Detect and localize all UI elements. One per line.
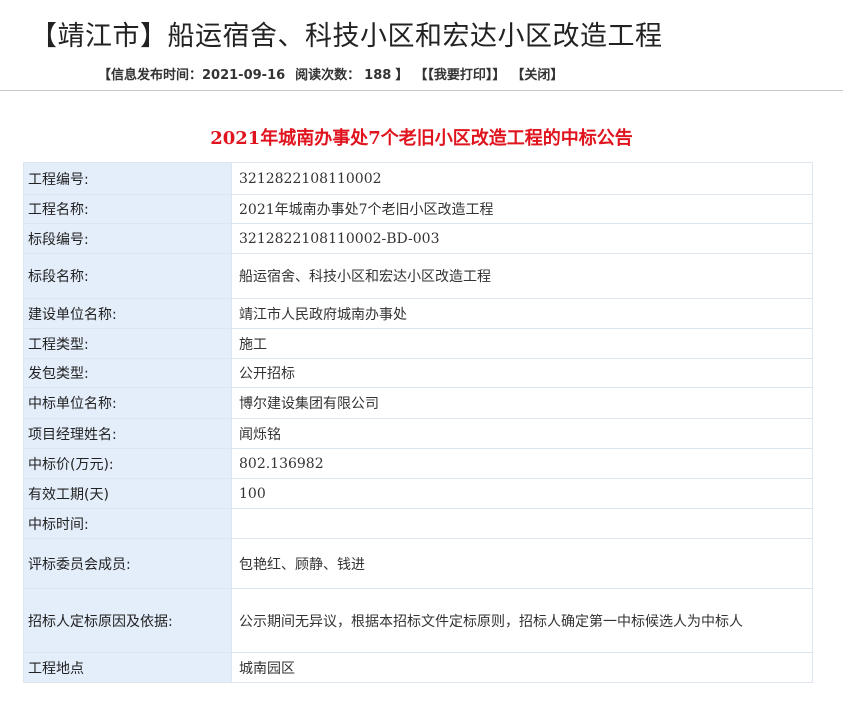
table-row: 中标价(万元): 802.136982 bbox=[23, 448, 813, 479]
row-value: 802.136982 bbox=[231, 448, 813, 479]
row-label: 标段名称: bbox=[23, 253, 232, 299]
table-row: 工程类型: 施工 bbox=[23, 328, 813, 359]
row-label: 中标价(万元): bbox=[23, 448, 232, 479]
row-label: 工程地点 bbox=[23, 652, 232, 683]
row-value: 公示期间无异议，根据本招标文件定标原则，招标人确定第一中标候选人为中标人 bbox=[231, 588, 813, 653]
row-value: 城南园区 bbox=[231, 652, 813, 683]
row-label: 发包类型: bbox=[23, 358, 232, 388]
table-row: 标段编号: 3212822108110002-BD-003 bbox=[23, 223, 813, 254]
row-label: 招标人定标原因及依据: bbox=[23, 588, 232, 653]
row-label: 中标时间: bbox=[23, 508, 232, 539]
row-label: 有效工期(天) bbox=[23, 478, 232, 509]
table-row: 建设单位名称: 靖江市人民政府城南办事处 bbox=[23, 298, 813, 329]
table-row: 招标人定标原因及依据: 公示期间无异议，根据本招标文件定标原则，招标人确定第一中… bbox=[23, 588, 813, 653]
table-row: 工程编号: 3212822108110002 bbox=[23, 162, 813, 195]
table-row: 标段名称: 船运宿舍、科技小区和宏达小区改造工程 bbox=[23, 253, 813, 299]
row-value: 船运宿舍、科技小区和宏达小区改造工程 bbox=[231, 253, 813, 299]
row-value: 2021年城南办事处7个老旧小区改造工程 bbox=[231, 194, 813, 224]
print-link[interactable]: 【【我要打印】】 bbox=[414, 68, 505, 83]
table-row: 中标时间: bbox=[23, 508, 813, 539]
row-value: 闻烁铭 bbox=[231, 418, 813, 449]
row-value: 3212822108110002-BD-003 bbox=[231, 223, 813, 254]
row-label: 工程编号: bbox=[23, 162, 232, 195]
row-label: 工程名称: bbox=[23, 194, 232, 224]
table-row: 工程地点 城南园区 bbox=[23, 652, 813, 683]
row-value: 博尔建设集团有限公司 bbox=[231, 387, 813, 419]
table-row: 评标委员会成员: 包艳红、顾静、钱进 bbox=[23, 538, 813, 589]
close-link[interactable]: 【关闭】 bbox=[511, 68, 563, 83]
row-label: 建设单位名称: bbox=[23, 298, 232, 329]
page-title: 【靖江市】船运宿舍、科技小区和宏达小区改造工程 bbox=[30, 21, 663, 52]
row-value: 公开招标 bbox=[231, 358, 813, 388]
row-label: 评标委员会成员: bbox=[23, 538, 232, 589]
meta-line: 【信息发布时间：2021-09-16 阅读次数： 188】【【我要打印】】 【关闭】 bbox=[98, 64, 563, 83]
row-label: 标段编号: bbox=[23, 223, 232, 254]
row-label: 中标单位名称: bbox=[23, 387, 232, 419]
read-count: 188 bbox=[364, 68, 392, 83]
row-value bbox=[231, 508, 813, 539]
read-count-close: 】 bbox=[395, 68, 409, 83]
table-row: 有效工期(天) 100 bbox=[23, 478, 813, 509]
award-info-table: 工程编号: 3212822108110002 工程名称: 2021年城南办事处7… bbox=[23, 162, 813, 683]
row-value: 施工 bbox=[231, 328, 813, 359]
notice-title: 2021年城南办事处7个老旧小区改造工程的中标公告 bbox=[210, 128, 633, 149]
row-value: 包艳红、顾静、钱进 bbox=[231, 538, 813, 589]
header-divider bbox=[0, 90, 843, 91]
table-row: 中标单位名称: 博尔建设集团有限公司 bbox=[23, 387, 813, 419]
table-row: 工程名称: 2021年城南办事处7个老旧小区改造工程 bbox=[23, 194, 813, 224]
read-count-label: 阅读次数： bbox=[295, 68, 361, 83]
row-value: 靖江市人民政府城南办事处 bbox=[231, 298, 813, 329]
table-row: 发包类型: 公开招标 bbox=[23, 358, 813, 388]
table-row: 项目经理姓名: 闻烁铭 bbox=[23, 418, 813, 449]
row-label: 工程类型: bbox=[23, 328, 232, 359]
publish-time: 【信息发布时间：2021-09-16 bbox=[98, 68, 286, 83]
row-value: 100 bbox=[231, 478, 813, 509]
row-label: 项目经理姓名: bbox=[23, 418, 232, 449]
row-value: 3212822108110002 bbox=[231, 162, 813, 195]
